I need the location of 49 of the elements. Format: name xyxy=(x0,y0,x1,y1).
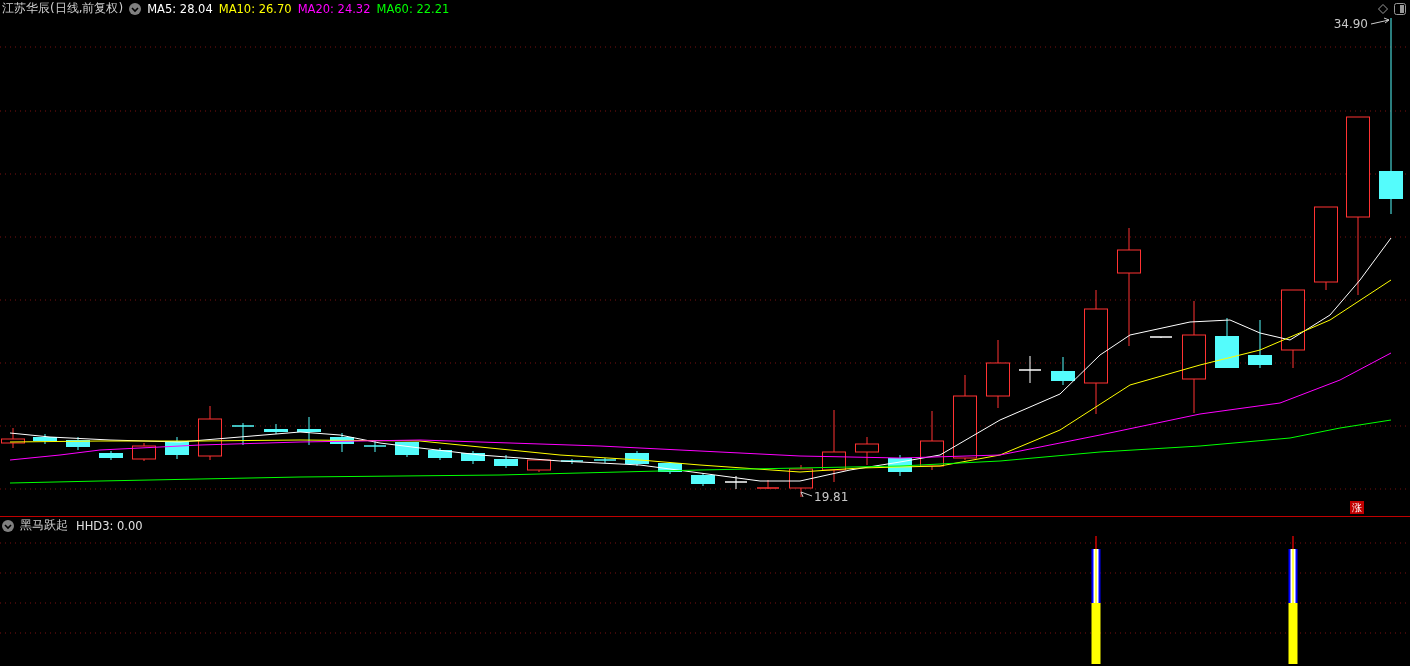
indicator-value: HHD3: 0.00 xyxy=(76,518,143,533)
moving-average-value: MA5: 28.04 xyxy=(147,1,213,16)
collapse-toggle-icon[interactable] xyxy=(2,519,14,532)
candlestick xyxy=(231,422,255,446)
candlestick xyxy=(165,436,189,460)
candlestick xyxy=(888,454,912,477)
candlestick xyxy=(1149,336,1173,339)
candlestick xyxy=(494,454,518,469)
candlestick xyxy=(99,450,123,461)
candlestick xyxy=(461,450,485,465)
candlestick xyxy=(855,436,879,466)
candlestick xyxy=(560,458,584,465)
candlestick xyxy=(527,459,551,473)
candlestick xyxy=(66,436,90,451)
candlestick xyxy=(1248,319,1272,369)
candlestick xyxy=(593,457,617,464)
candlestick xyxy=(264,423,288,435)
candlestick xyxy=(198,405,222,461)
chart-title: 江苏华辰(日线,前复权) xyxy=(2,0,124,17)
candlestick xyxy=(1018,355,1042,384)
candlestick xyxy=(363,440,387,453)
indicator-name: 黑马跃起 xyxy=(20,517,68,534)
rise-badge: 涨 xyxy=(1350,501,1364,514)
candlestick xyxy=(395,441,419,458)
leader-arrow xyxy=(1370,17,1390,25)
collapse-toggle-icon[interactable] xyxy=(129,2,142,15)
candlestick xyxy=(658,461,682,475)
candlestick xyxy=(330,432,354,453)
moving-average-value: MA60: 22.21 xyxy=(376,1,450,16)
candlestick xyxy=(1215,317,1239,369)
panel-icon[interactable] xyxy=(1394,2,1406,15)
high-price-label: 34.90 xyxy=(1333,17,1368,31)
leader-arrow xyxy=(800,491,813,498)
candlestick xyxy=(132,442,156,462)
candlestick xyxy=(1,427,25,449)
candlestick xyxy=(724,475,748,490)
candlestick xyxy=(789,464,813,498)
candlestick xyxy=(428,447,452,461)
moving-average-value: MA20: 24.32 xyxy=(297,1,371,16)
candlestick xyxy=(297,416,321,446)
candlestick xyxy=(920,410,944,471)
candlestick xyxy=(625,450,649,467)
moving-average-value: MA10: 26.70 xyxy=(218,1,292,16)
candlestick xyxy=(691,472,715,487)
candlestick xyxy=(33,433,57,445)
candlestick xyxy=(756,479,780,490)
low-price-label: 19.81 xyxy=(814,490,849,504)
candlestick xyxy=(986,339,1010,409)
candlestick xyxy=(1051,356,1075,386)
